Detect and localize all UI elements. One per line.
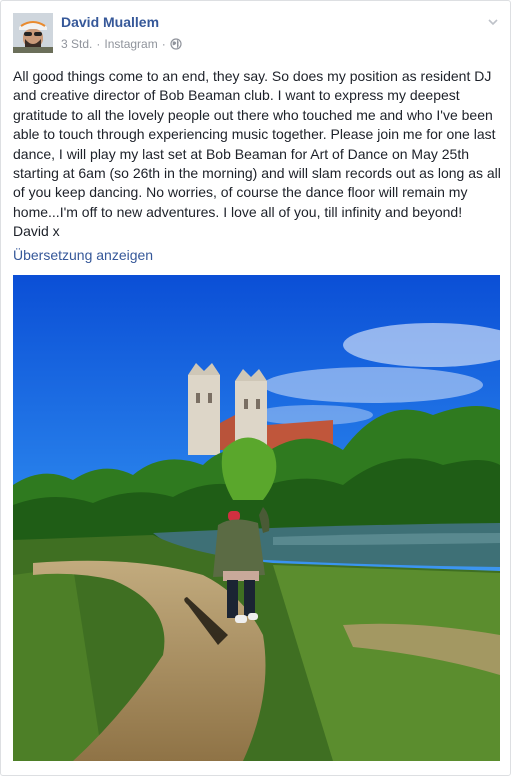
post-card: David Muallem 3 Std. · Instagram · All g… xyxy=(0,0,511,776)
post-text: All good things come to an end, they say… xyxy=(13,68,501,240)
meta-separator: · xyxy=(96,37,101,51)
globe-icon[interactable] xyxy=(170,38,182,50)
translate-link[interactable]: Übersetzung anzeigen xyxy=(13,247,153,263)
post-source[interactable]: Instagram xyxy=(104,37,157,51)
post-photo[interactable] xyxy=(13,275,500,761)
author-name[interactable]: David Muallem xyxy=(61,14,159,30)
avatar-image xyxy=(13,13,53,53)
photo-image xyxy=(13,275,500,761)
chevron-down-icon[interactable] xyxy=(486,15,500,29)
meta-separator-2: · xyxy=(161,37,166,51)
post-timestamp[interactable]: 3 Std. xyxy=(61,37,92,51)
post-header: David Muallem 3 Std. · Instagram · xyxy=(13,13,500,55)
avatar[interactable] xyxy=(13,13,53,53)
post-meta: 3 Std. · Instagram · xyxy=(61,37,182,51)
